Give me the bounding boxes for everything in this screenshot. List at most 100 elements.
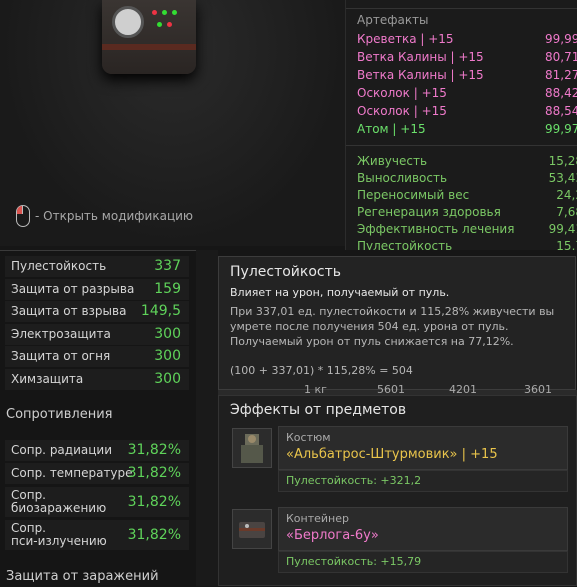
stat-row-fire-protection[interactable]: Защита от огня 300 bbox=[5, 346, 189, 367]
stat-row-chem-protection[interactable]: Химзащита 300 bbox=[5, 369, 189, 390]
suit-icon bbox=[232, 428, 272, 468]
stat-label: Электрозащита bbox=[11, 327, 111, 341]
resist-value: 31,82% bbox=[127, 465, 181, 481]
artifact-name: Осколок | +15 bbox=[357, 86, 447, 100]
effect-card-header: Костюм «Альбатрос-Штурмовик» | +15 bbox=[278, 426, 568, 470]
effect-card-suit[interactable]: Костюм «Альбатрос-Штурмовик» | +15 Пулес… bbox=[230, 426, 568, 496]
red-led-icon bbox=[167, 22, 172, 27]
artifact-row[interactable]: Осколок | +15 88,42 bbox=[357, 84, 577, 102]
stat-value: 7,68 bbox=[556, 205, 577, 219]
stat-row-tear-protection[interactable]: Защита от разрыва 159 bbox=[5, 279, 189, 300]
resist-row-temperature[interactable]: Сопр. температуре 31,82% bbox=[5, 463, 189, 484]
stat-value: 53,43 bbox=[548, 171, 577, 185]
stat-value: 15,7 bbox=[556, 239, 577, 250]
resist-label: Сопр. радиации bbox=[11, 443, 112, 457]
resist-value: 31,82% bbox=[127, 494, 181, 510]
artifact-row[interactable]: Ветка Калины | +15 81,27 bbox=[357, 66, 577, 84]
artifact-stat-row: Живучесть 15,28 bbox=[357, 153, 577, 170]
artifact-name: Ветка Калины | +15 bbox=[357, 68, 484, 82]
effect-card-container[interactable]: Контейнер «Берлога-6у» Пулестойкость: +1… bbox=[230, 507, 568, 577]
artifact-value: 81,27 bbox=[545, 68, 577, 82]
container-icon bbox=[232, 509, 272, 549]
mouse-left-click-icon bbox=[16, 205, 30, 227]
artifact-stat-row: Переносимый вес 24,2 bbox=[357, 187, 577, 204]
divider bbox=[346, 8, 577, 9]
stat-value: 300 bbox=[154, 326, 181, 342]
artifact-value: 88,54 bbox=[545, 104, 577, 118]
green-led-icon bbox=[162, 10, 167, 15]
stat-value: 15,28 bbox=[548, 154, 577, 168]
hint-label: - Открыть модификацию bbox=[35, 209, 194, 223]
artifacts-panel: Артефакты Креветка | +15 99,99 Ветка Кал… bbox=[345, 0, 577, 250]
artifact-name: Ветка Калины | +15 bbox=[357, 50, 484, 64]
resist-row-psy[interactable]: Сопр. пси-излучению 31,82% bbox=[5, 520, 189, 550]
infection-protection-heading: Защита от заражений bbox=[6, 569, 159, 584]
tooltip-subtitle: Влияет на урон, получаемый от пуль. bbox=[230, 286, 450, 299]
resist-value: 31,82% bbox=[127, 527, 181, 543]
stat-row-bullet-resistance[interactable]: Пулестойкость 337 bbox=[5, 256, 189, 277]
stat-label: Защита от разрыва bbox=[11, 282, 135, 296]
effects-title: Эффекты от предметов bbox=[230, 402, 407, 418]
artifact-stat-row: Регенерация здоровья 7,68 bbox=[357, 204, 577, 221]
resistances-heading: Сопротивления bbox=[6, 407, 113, 422]
effect-category: Контейнер bbox=[286, 512, 349, 525]
artifact-row[interactable]: Ветка Калины | +15 80,71 bbox=[357, 48, 577, 66]
resist-row-bio[interactable]: Сопр. биозаражению 31,82% bbox=[5, 487, 189, 517]
effect-bonus: Пулестойкость: +321,2 bbox=[278, 470, 568, 492]
resist-value: 31,82% bbox=[127, 442, 181, 458]
stat-name: Эффективность лечения bbox=[357, 222, 515, 236]
artifact-row[interactable]: Атом | +15 99,97 bbox=[357, 120, 577, 138]
resist-row-radiation[interactable]: Сопр. радиации 31,82% bbox=[5, 440, 189, 461]
separator-column bbox=[196, 250, 218, 586]
artifact-name: Осколок | +15 bbox=[357, 104, 447, 118]
protection-stats-panel: Пулестойкость 337 Защита от разрыва 159 … bbox=[0, 250, 196, 587]
green-led-icon bbox=[157, 22, 162, 27]
artifact-row[interactable]: Креветка | +15 99,99 bbox=[357, 30, 577, 48]
item-preview: - Открыть модификацию bbox=[0, 0, 345, 246]
artifact-stat-row: Эффективность лечения 99,41 bbox=[357, 221, 577, 238]
artifact-value: 99,99 bbox=[545, 32, 577, 46]
stat-label: Защита от огня bbox=[11, 349, 111, 363]
stat-value: 300 bbox=[154, 348, 181, 364]
stat-label: Химзащита bbox=[11, 372, 84, 386]
stat-value: 99,41 bbox=[548, 222, 577, 236]
stat-value: 300 bbox=[154, 371, 181, 387]
stat-row-electro-protection[interactable]: Электрозащита 300 bbox=[5, 324, 189, 345]
tooltip-formula: (100 + 337,01) * 115,28% = 504 bbox=[230, 364, 413, 377]
container-model-image bbox=[102, 0, 196, 74]
artifact-value: 88,42 bbox=[545, 86, 577, 100]
resist-label: Сопр. пси-излучению bbox=[11, 521, 107, 548]
divider bbox=[346, 145, 577, 146]
effect-item-name: «Берлога-6у» bbox=[286, 528, 379, 543]
open-modification-hint[interactable]: - Открыть модификацию bbox=[16, 205, 193, 227]
stat-row-explosion-protection[interactable]: Защита от взрыва 149,5 bbox=[5, 301, 189, 322]
green-led-icon bbox=[172, 10, 177, 15]
tooltip-title: Пулестойкость bbox=[230, 264, 342, 280]
stat-name: Пулестойкость bbox=[357, 239, 453, 250]
strap bbox=[102, 44, 196, 50]
gauge-dial-icon bbox=[112, 6, 144, 38]
artifact-name: Атом | +15 bbox=[357, 122, 426, 136]
stat-name: Регенерация здоровья bbox=[357, 205, 501, 219]
artifact-name: Креветка | +15 bbox=[357, 32, 454, 46]
stat-name: Живучесть bbox=[357, 154, 428, 168]
resist-label: Сопр. биозаражению bbox=[11, 488, 107, 515]
resist-label: Сопр. температуре bbox=[11, 466, 133, 480]
tooltip-description: При 337,01 ед. пулестойкости и 115,28% ж… bbox=[230, 305, 555, 348]
stat-label: Защита от взрыва bbox=[11, 304, 127, 318]
artifact-value: 80,71 bbox=[545, 50, 577, 64]
stat-value: 149,5 bbox=[140, 303, 181, 319]
stat-value: 337 bbox=[154, 258, 181, 274]
item-effects-panel: Эффекты от предметов Костюм «Альбатрос-Ш… bbox=[218, 395, 577, 586]
artifact-stat-row: Выносливость 53,43 bbox=[357, 170, 577, 187]
red-led-icon bbox=[152, 10, 157, 15]
effect-category: Костюм bbox=[286, 431, 331, 444]
effect-card-header: Контейнер «Берлога-6у» bbox=[278, 507, 568, 551]
artifact-row[interactable]: Осколок | +15 88,54 bbox=[357, 102, 577, 120]
stat-name: Переносимый вес bbox=[357, 188, 470, 202]
stat-tooltip: Пулестойкость Влияет на урон, получаемый… bbox=[218, 256, 576, 390]
effect-item-name: «Альбатрос-Штурмовик» | +15 bbox=[286, 447, 498, 462]
stat-value: 24,2 bbox=[556, 188, 577, 202]
effect-bonus: Пулестойкость: +15,79 bbox=[278, 551, 568, 573]
artifact-stat-row: Пулестойкость 15,7 bbox=[357, 238, 577, 250]
